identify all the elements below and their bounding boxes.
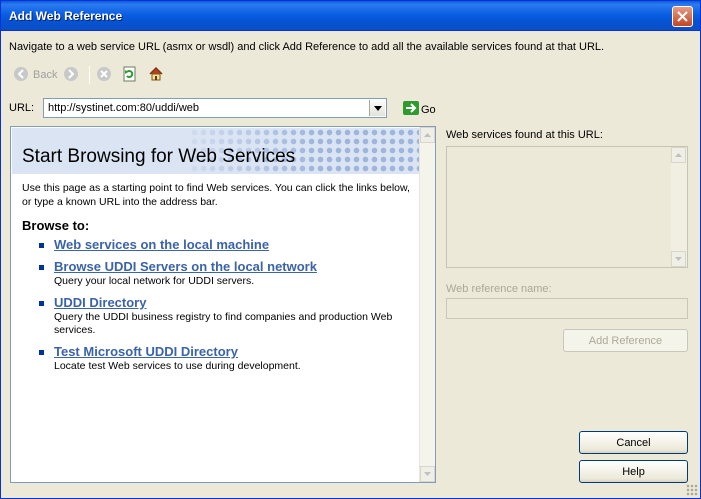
link-uddi-directory[interactable]: UDDI Directory (54, 295, 146, 310)
link-test-microsoft-uddi[interactable]: Test Microsoft UDDI Directory (54, 344, 238, 359)
back-arrow-icon (13, 66, 29, 85)
url-combobox[interactable] (43, 98, 387, 118)
stop-icon (96, 66, 112, 85)
back-button[interactable]: Back (13, 65, 57, 85)
web-reference-name-field[interactable] (446, 298, 688, 319)
home-button[interactable] (148, 65, 168, 85)
instruction-text: Navigate to a web service URL (asmx or w… (9, 41, 605, 53)
chevron-up-icon (424, 133, 431, 137)
bullet (39, 243, 44, 248)
chevron-up-icon (675, 153, 682, 157)
scroll-up-button[interactable] (420, 127, 435, 143)
go-arrow-icon (403, 101, 419, 118)
stop-button[interactable] (96, 65, 116, 85)
services-list-scrollbar[interactable] (671, 147, 687, 267)
list-item: UDDI Directory Query the UDDI business r… (34, 295, 414, 337)
home-icon (148, 66, 164, 85)
navigation-toolbar: Back (13, 65, 174, 85)
browser-content: Start Browsing for Web Services Use this… (12, 128, 420, 481)
forward-arrow-icon (63, 66, 79, 85)
url-input[interactable] (46, 100, 366, 116)
resize-grip[interactable] (686, 484, 698, 496)
list-item: Test Microsoft UDDI Directory Locate tes… (34, 344, 414, 373)
link-description: Query your local network for UDDI server… (54, 275, 255, 287)
link-local-machine[interactable]: Web services on the local machine (54, 237, 269, 252)
scroll-down-button[interactable] (671, 251, 686, 267)
link-description: Query the UDDI business registry to find… (54, 311, 393, 336)
chevron-down-icon (675, 257, 682, 261)
link-browse-uddi-servers[interactable]: Browse UDDI Servers on the local network (54, 259, 317, 274)
list-item: Browse UDDI Servers on the local network… (34, 259, 414, 288)
bullet (39, 265, 44, 270)
bullet (39, 301, 44, 306)
close-button[interactable] (672, 6, 693, 27)
refresh-icon (122, 66, 138, 85)
intro-text: Use this page as a starting point to fin… (22, 182, 410, 208)
add-web-reference-dialog: Add Web Reference Navigate to a web serv… (0, 0, 701, 499)
list-item: Web services on the local machine (34, 237, 414, 252)
web-reference-name-label: Web reference name: (446, 283, 552, 295)
chevron-down-icon (424, 472, 431, 476)
chevron-down-icon (373, 105, 382, 111)
browser-scrollbar[interactable] (419, 127, 435, 482)
scroll-up-button[interactable] (671, 147, 686, 163)
add-reference-button[interactable]: Add Reference (563, 329, 688, 352)
link-description: Locate test Web services to use during d… (54, 360, 301, 372)
cancel-button[interactable]: Cancel (579, 431, 688, 454)
scroll-down-button[interactable] (420, 466, 435, 482)
browser-pane: Start Browsing for Web Services Use this… (10, 126, 436, 483)
page-heading: Start Browsing for Web Services (22, 146, 296, 167)
bullet (39, 350, 44, 355)
refresh-button[interactable] (122, 65, 142, 85)
url-dropdown-button[interactable] (369, 100, 385, 116)
go-label: Go (421, 103, 436, 116)
toolbar-separator (89, 66, 91, 84)
services-found-list[interactable] (446, 146, 688, 268)
browse-to-heading: Browse to: (22, 218, 90, 233)
close-icon (677, 11, 688, 22)
title-bar[interactable]: Add Web Reference (1, 1, 700, 31)
url-label: URL: (9, 102, 34, 114)
window-title: Add Web Reference (9, 9, 123, 23)
browse-links-list: Web services on the local machine Browse… (34, 237, 414, 380)
back-label: Back (33, 69, 58, 81)
url-label-text: URL: (9, 102, 35, 114)
forward-button[interactable] (63, 65, 83, 85)
services-found-label: Web services found at this URL: (446, 129, 603, 141)
go-button[interactable]: Go (403, 101, 436, 118)
help-button[interactable]: Help (579, 460, 688, 483)
